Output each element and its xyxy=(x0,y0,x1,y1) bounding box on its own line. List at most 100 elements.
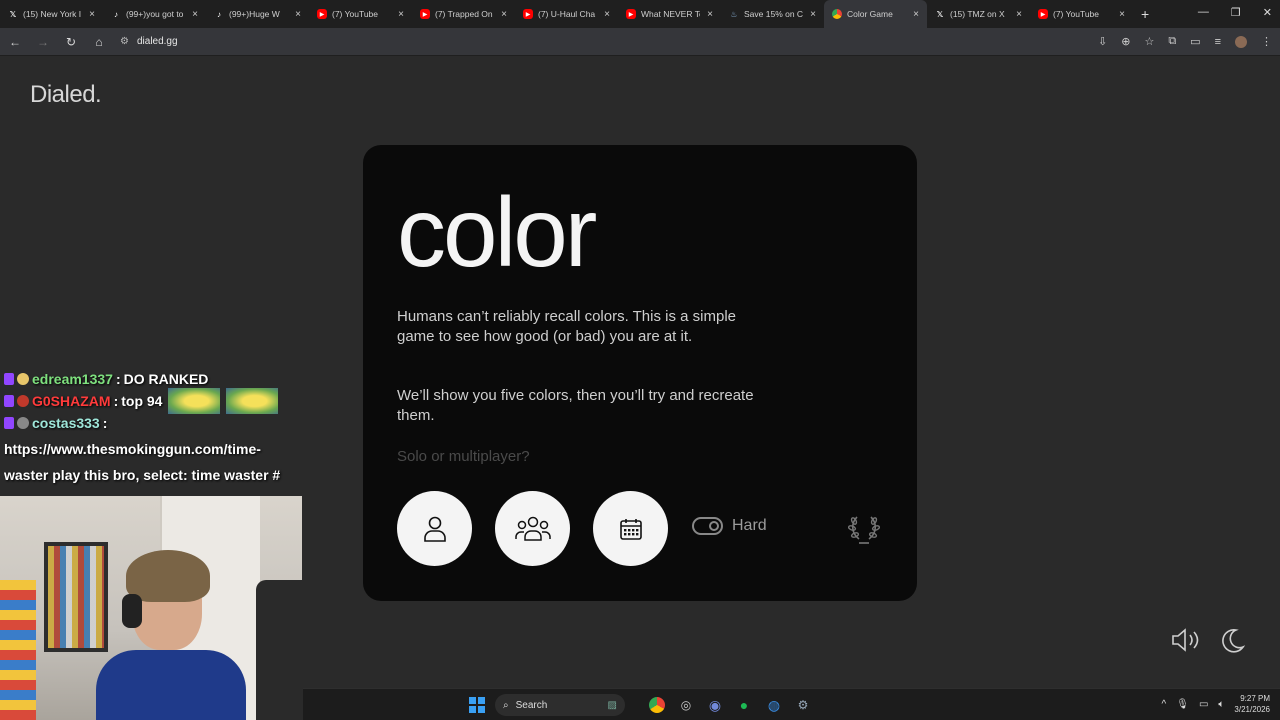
multiplayer-mode-button[interactable] xyxy=(495,491,570,566)
taskbar-search[interactable]: ⌕ Search ▨ xyxy=(495,694,625,716)
game-card: color Humans can’t reliably recall color… xyxy=(363,145,917,601)
network-icon[interactable]: ▭ xyxy=(1199,699,1208,710)
url-text: dialed.gg xyxy=(136,36,178,47)
start-button[interactable] xyxy=(469,695,485,715)
close-tab-icon[interactable]: × xyxy=(295,9,301,20)
close-tab-icon[interactable]: × xyxy=(604,9,610,20)
zoom-icon[interactable]: ⊕ xyxy=(1121,35,1130,48)
close-window-icon[interactable]: ✕ xyxy=(1263,6,1272,19)
bookmark-star-icon[interactable]: ☆ xyxy=(1144,35,1154,48)
site-logo[interactable]: Dialed. xyxy=(30,81,102,109)
chat-emote xyxy=(226,388,279,414)
profile-avatar[interactable] xyxy=(1235,35,1247,48)
browser-tab[interactable]: 𝕏 (15) TMZ on X × xyxy=(927,0,1030,28)
toggle-switch[interactable] xyxy=(692,517,723,535)
minimize-icon[interactable]: — xyxy=(1198,6,1209,19)
browser-tab[interactable]: ▶ (7) Trapped On × xyxy=(412,0,515,28)
media-icon[interactable]: ≡ xyxy=(1215,36,1221,48)
chat-message: costas333: xyxy=(4,412,304,434)
sound-toggle-button[interactable] xyxy=(1170,627,1200,658)
chrome-taskbar-icon[interactable] xyxy=(647,695,667,715)
close-tab-icon[interactable]: × xyxy=(89,9,95,20)
volume-icon[interactable]: 🔈︎ xyxy=(1218,699,1224,710)
menu-icon[interactable]: ⋮ xyxy=(1261,35,1272,48)
chat-username: edream1337 xyxy=(32,371,113,387)
tiktok-icon: ♪ xyxy=(217,9,221,19)
app-taskbar-icon[interactable]: ◎ xyxy=(676,695,696,715)
close-tab-icon[interactable]: × xyxy=(913,9,919,20)
user-avatar-icon xyxy=(17,395,29,407)
back-button[interactable]: ← xyxy=(8,35,22,49)
taskbar-clock[interactable]: 9:27 PM 3/21/2026 xyxy=(1234,693,1270,715)
reload-button[interactable]: ↻ xyxy=(64,35,78,49)
microphone-icon[interactable]: 🎙︎ xyxy=(1176,699,1189,710)
clock-date: 3/21/2026 xyxy=(1234,705,1270,714)
forward-button[interactable]: → xyxy=(36,35,50,49)
hard-mode-label: Hard xyxy=(732,517,767,534)
webcam-background-poster xyxy=(0,580,36,720)
youtube-icon: ▶ xyxy=(1038,9,1048,19)
browser-toolbar-right: ⇩ ⊕ ☆ ⧉ ▭ ≡ ⋮ xyxy=(1098,35,1272,48)
chat-text: DO RANKED xyxy=(123,371,209,387)
spotify-taskbar-icon[interactable]: ● xyxy=(734,695,754,715)
chat-message: edream1337: DO RANKED xyxy=(4,368,304,390)
chat-emote xyxy=(168,388,221,414)
browser-tab[interactable]: Color Game × xyxy=(824,0,927,28)
close-tab-icon[interactable]: × xyxy=(1119,9,1125,20)
dark-mode-button[interactable] xyxy=(1218,627,1246,660)
install-icon[interactable]: ⇩ xyxy=(1098,35,1107,48)
messenger-taskbar-icon[interactable]: ◍ xyxy=(764,695,784,715)
twitch-badge-icon xyxy=(4,395,14,407)
steam-icon: ♨ xyxy=(730,9,738,19)
hard-mode-toggle[interactable]: Hard xyxy=(692,517,767,535)
browser-tab[interactable]: ▶ (7) YouTube × xyxy=(309,0,412,28)
browser-tab[interactable]: 𝕏 (15) New York I × xyxy=(0,0,103,28)
calendar-icon xyxy=(619,518,642,540)
mode-buttons xyxy=(397,491,668,566)
tab-title: (7) U-Haul Cha xyxy=(538,9,596,19)
browser-tab[interactable]: ♨ Save 15% on C × xyxy=(721,0,824,28)
settings-taskbar-icon[interactable]: ⚙ xyxy=(793,695,813,715)
solo-mode-button[interactable] xyxy=(397,491,472,566)
tab-title: (7) YouTube xyxy=(1053,9,1099,19)
close-tab-icon[interactable]: × xyxy=(810,9,816,20)
tab-title: Save 15% on C xyxy=(744,9,804,19)
restore-icon[interactable]: ❐ xyxy=(1231,6,1241,19)
browser-address-bar: ← → ↻ ⌂ ⚙ dialed.gg ⇩ ⊕ ☆ ⧉ ▭ ≡ ⋮ xyxy=(0,28,1280,56)
new-tab-button[interactable]: + xyxy=(1133,6,1157,22)
close-tab-icon[interactable]: × xyxy=(1016,9,1022,20)
tiktok-icon: ♪ xyxy=(114,9,118,19)
x-icon: 𝕏 xyxy=(936,9,944,19)
close-tab-icon[interactable]: × xyxy=(707,9,713,20)
close-tab-icon[interactable]: × xyxy=(501,9,507,20)
tray-overflow-icon[interactable]: ^ xyxy=(1162,699,1167,710)
site-info-icon[interactable]: ⚙ xyxy=(120,36,129,47)
home-button[interactable]: ⌂ xyxy=(92,35,106,49)
tab-title: Color Game xyxy=(847,9,893,19)
daily-mode-button[interactable] xyxy=(593,491,668,566)
close-tab-icon[interactable]: × xyxy=(398,9,404,20)
browser-tab[interactable]: ♪ (99+)Huge W × xyxy=(206,0,309,28)
close-tab-icon[interactable]: × xyxy=(192,9,198,20)
browser-tab[interactable]: ▶ (7) YouTube × xyxy=(1030,0,1133,28)
chat-text: top 94 xyxy=(121,393,163,409)
search-icon: ⌕ xyxy=(503,699,509,711)
browser-tab[interactable]: ♪ (99+)you got to × xyxy=(103,0,206,28)
tab-title: (7) YouTube xyxy=(332,9,378,19)
browser-tab[interactable]: ▶ (7) U-Haul Cha × xyxy=(515,0,618,28)
x-icon: 𝕏 xyxy=(9,9,17,19)
discord-taskbar-icon[interactable]: ◉ xyxy=(705,695,725,715)
group-users-icon xyxy=(514,516,551,541)
tab-title: What NEVER To xyxy=(641,9,701,19)
youtube-icon: ▶ xyxy=(317,9,327,19)
instructions-paragraph: We’ll show you five colors, then you’ll … xyxy=(397,387,754,424)
stream-chat-overlay: edream1337: DO RANKED G0SHAZAM: top 94 c… xyxy=(4,368,304,488)
sidebar-icon[interactable]: ▭ xyxy=(1190,35,1200,48)
webcam-overlay xyxy=(0,496,302,720)
game-title: color xyxy=(397,177,597,287)
url-field[interactable]: ⚙ dialed.gg xyxy=(120,36,178,47)
extensions-icon[interactable]: ⧉ xyxy=(1168,35,1176,48)
leaderboard-laurel-icon[interactable] xyxy=(847,511,881,550)
user-avatar-icon xyxy=(17,373,29,385)
browser-tab[interactable]: ▶ What NEVER To × xyxy=(618,0,721,28)
